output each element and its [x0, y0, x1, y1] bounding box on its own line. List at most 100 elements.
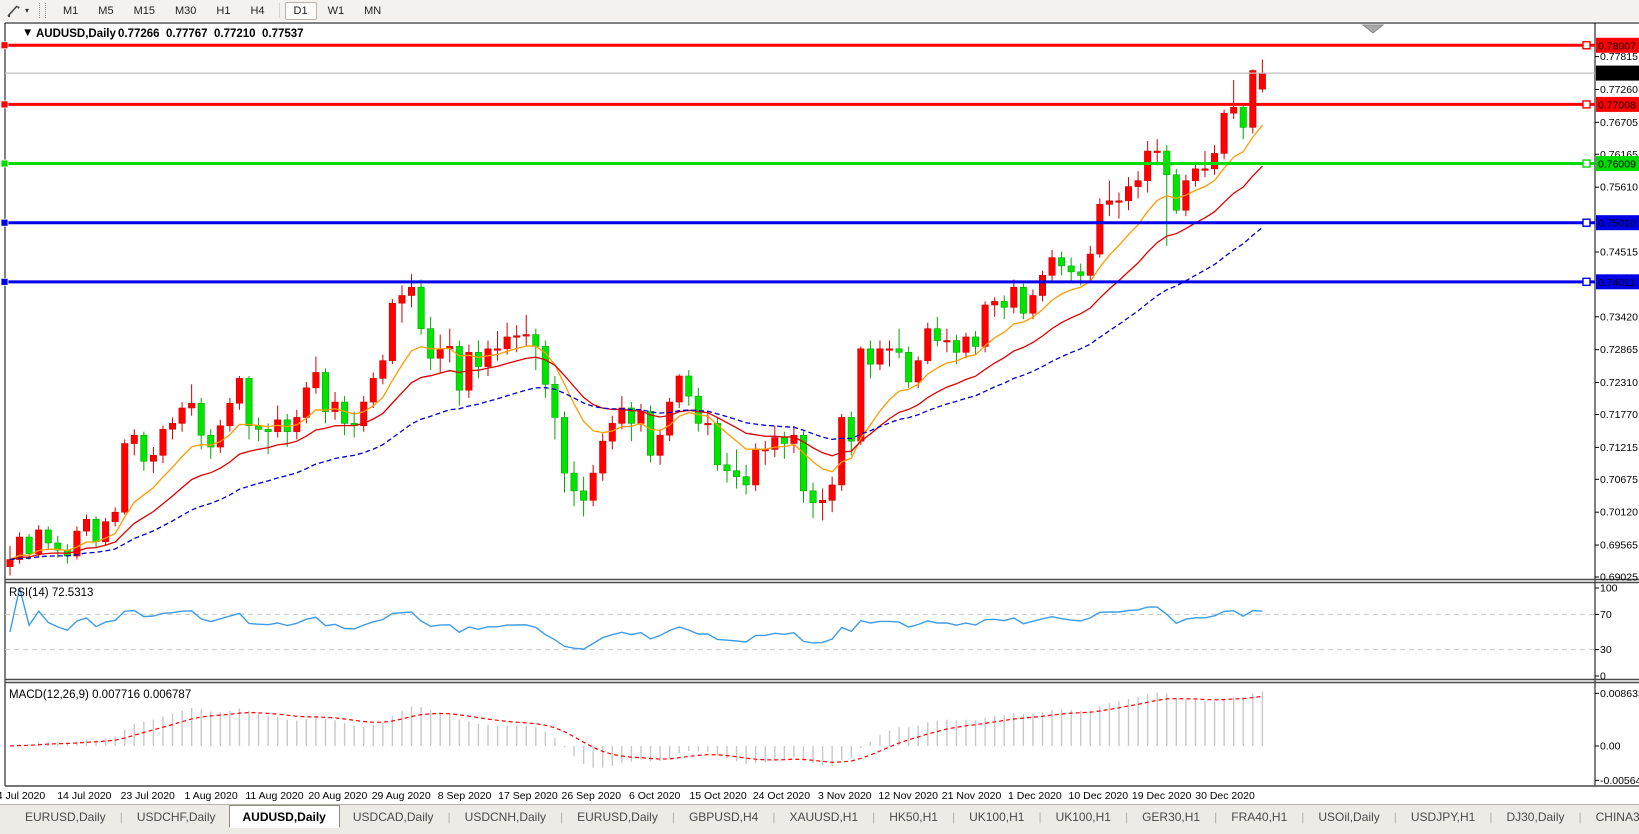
candle-body: [924, 328, 932, 361]
tab-xauusd-h1[interactable]: XAUUSD,H1: [776, 807, 871, 827]
tab-usoil-daily[interactable]: USOil,Daily: [1305, 807, 1392, 827]
ohlc-high: 0.77767: [166, 28, 208, 40]
candle-body: [130, 434, 138, 444]
candle-body: [580, 490, 588, 501]
tab-usdcad-daily[interactable]: USDCAD,Daily: [340, 807, 447, 827]
tab-china300-h1[interactable]: CHINA300,H1: [1583, 807, 1639, 827]
candle-body: [369, 378, 377, 403]
candle-body: [1058, 257, 1066, 267]
hline-right-handle[interactable]: [1582, 218, 1591, 227]
candle-body: [694, 395, 702, 424]
mt4-window: ▾ M1 M5 M15 M30 H1 H4 D1 W1 MN 0.77815 0.77260 0.7…: [0, 0, 1639, 834]
tab-hk50-h1[interactable]: HK50,H1: [876, 807, 951, 827]
candle-body: [226, 402, 234, 427]
candle-body: [943, 340, 951, 343]
candle-body: [656, 434, 664, 456]
candle-body: [245, 378, 253, 427]
hline-right-handle[interactable]: [1582, 159, 1591, 168]
date-label: 23 Jul 2020: [121, 790, 175, 802]
hline-left-handle[interactable]: [0, 218, 9, 227]
price-tick-label: 0.77815: [1600, 51, 1638, 63]
candle-body: [1239, 106, 1247, 128]
chart-collapse-icon[interactable]: ▼: [22, 27, 33, 39]
candle-body: [321, 372, 329, 412]
hline-price-label: 0.76009: [1598, 159, 1636, 171]
price-tick-label: 0.75610: [1600, 182, 1638, 194]
tab-uk100-h1[interactable]: UK100,H1: [956, 807, 1037, 827]
candle-body: [197, 402, 205, 436]
price-tick-label: 0.73420: [1600, 311, 1638, 323]
candle-body: [417, 286, 425, 329]
tab-usdcnh-daily[interactable]: USDCNH,Daily: [452, 807, 559, 827]
candle-body: [991, 301, 999, 306]
candle-body: [1144, 150, 1152, 181]
candle-body: [1201, 168, 1209, 171]
candle-body: [436, 348, 444, 359]
hline-price-label: 0.78007: [1598, 40, 1636, 52]
candle-body: [1029, 295, 1037, 314]
date-label: 10 Dec 2020: [1069, 790, 1129, 802]
tab-uk100-h1[interactable]: UK100,H1: [1043, 807, 1124, 827]
candle-body: [178, 407, 186, 424]
date-label: 1 Aug 2020: [185, 790, 238, 802]
candle-body: [828, 484, 836, 501]
date-label: 29 Aug 2020: [372, 790, 431, 802]
date-label: 11 Aug 2020: [245, 790, 303, 802]
tab-audusd-daily[interactable]: AUDUSD,Daily: [228, 804, 340, 828]
candle-body: [503, 336, 511, 350]
hline-price-label: 0.74011: [1598, 277, 1635, 289]
hline-left-handle[interactable]: [0, 41, 9, 50]
date-label: 20 Aug 2020: [308, 790, 367, 802]
macd-tick-label: -0.005641: [1600, 775, 1639, 787]
tab-usdchf-daily[interactable]: USDCHF,Daily: [124, 807, 229, 827]
candle-body: [876, 348, 884, 365]
date-label: 14 Jul 2020: [57, 790, 111, 802]
hline-right-handle[interactable]: [1582, 41, 1591, 50]
candle-body: [1230, 106, 1238, 114]
tab-gbpusd-h4[interactable]: GBPUSD,H4: [676, 807, 771, 827]
macd-label: MACD(12,26,9) 0.007716 0.006787: [9, 689, 191, 701]
hline-left-handle[interactable]: [0, 277, 9, 286]
candle-body: [532, 334, 540, 347]
tab-dj30-daily[interactable]: DJ30,Daily: [1493, 807, 1577, 827]
candle-body: [952, 340, 960, 353]
chart-canvas[interactable]: 0.778150.772600.767050.761650.756100.745…: [0, 0, 1639, 834]
hline-left-handle[interactable]: [0, 100, 9, 109]
tab-fra40-h1[interactable]: FRA40,H1: [1218, 807, 1300, 827]
candle-body: [25, 536, 33, 554]
candle-body: [905, 352, 913, 383]
hline-left-handle[interactable]: [0, 159, 9, 168]
candle-body: [866, 348, 874, 365]
candle-body: [685, 375, 693, 397]
candle-body: [1134, 180, 1142, 187]
rsi-tick-label: 100: [1600, 583, 1618, 595]
candle-body: [159, 428, 167, 456]
candle-body: [857, 348, 865, 442]
price-tick-label: 0.74515: [1600, 246, 1638, 258]
hline-right-handle[interactable]: [1582, 277, 1591, 287]
tab-ger30-h1[interactable]: GER30,H1: [1129, 807, 1213, 827]
candle-body: [733, 470, 741, 477]
rsi-tick-label: 70: [1600, 609, 1612, 621]
candle-body: [819, 500, 827, 504]
date-label: 4 Jul 2020: [0, 790, 45, 802]
candle-body: [1125, 186, 1133, 202]
tab-eurusd-daily[interactable]: EURUSD,Daily: [12, 807, 119, 827]
tab-usdjpy-h1[interactable]: USDJPY,H1: [1398, 807, 1488, 827]
candle-body: [704, 423, 712, 426]
candle-body: [1000, 301, 1008, 308]
candle-body: [962, 336, 970, 353]
candle-body: [647, 411, 655, 456]
price-tick-label: 0.72310: [1600, 377, 1638, 389]
candle-body: [1105, 200, 1113, 205]
hline-right-handle[interactable]: [1582, 100, 1591, 109]
date-label: 3 Nov 2020: [818, 790, 872, 802]
tab-eurusd-daily[interactable]: EURUSD,Daily: [564, 807, 671, 827]
candle-body: [331, 401, 339, 412]
price-tick-label: 0.76705: [1600, 117, 1638, 129]
candle-body: [1258, 72, 1266, 90]
price-tick-label: 0.70120: [1600, 507, 1638, 519]
candle-body: [914, 360, 922, 383]
date-label: 8 Sep 2020: [438, 790, 492, 802]
candle-body: [838, 417, 846, 486]
